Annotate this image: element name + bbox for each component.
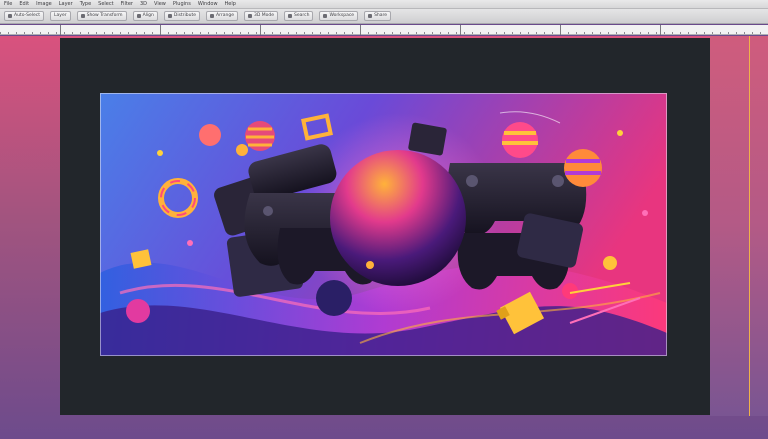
checkbox-icon [8, 14, 12, 18]
small-sphere [603, 256, 617, 270]
sphere [126, 299, 150, 323]
search-icon [288, 14, 292, 18]
small-sphere [236, 144, 248, 156]
search-button[interactable]: Search [284, 11, 314, 21]
show-transform-label: Show Transform [86, 13, 123, 18]
checkbox-icon [80, 14, 85, 18]
ruler-tick [360, 25, 361, 35]
menu-item-plugins[interactable]: Plugins [173, 0, 191, 8]
options-toolbar: Auto-Select Layer Show Transform Align D… [0, 9, 768, 24]
right-panel [710, 36, 768, 416]
dark-sphere [316, 280, 352, 316]
arrange-icon [210, 14, 215, 18]
distribute-button[interactable]: Distribute [163, 11, 201, 21]
menu-item-window[interactable]: Window [198, 0, 218, 8]
workspace-icon [323, 14, 328, 18]
vertical-guide[interactable] [749, 36, 750, 416]
artboard[interactable] [100, 93, 667, 356]
ruler-tick [460, 25, 461, 35]
menu-item-filter[interactable]: Filter [121, 0, 133, 8]
striped-sphere [502, 122, 538, 158]
menu-item-type[interactable]: Type [80, 0, 91, 8]
ruler-tick [160, 25, 161, 35]
ruler-tick [260, 25, 261, 35]
ruler-tick [60, 25, 61, 35]
menu-item-view[interactable]: View [154, 0, 166, 8]
small-sphere [562, 283, 578, 299]
central-orb [330, 150, 466, 286]
share-icon [368, 14, 373, 18]
dot [617, 130, 623, 136]
striped-sphere [564, 149, 602, 187]
distribute-label: Distribute [173, 13, 197, 18]
dot [366, 261, 374, 269]
menu-item-select[interactable]: Select [98, 0, 113, 8]
menu-item-help[interactable]: Help [225, 0, 236, 8]
auto-select-button[interactable]: Auto-Select [4, 11, 45, 21]
auto-select-label: Auto-Select [14, 13, 41, 18]
sphere [199, 124, 221, 146]
arrange-label: Arrange [216, 13, 234, 18]
layer-select-button[interactable]: Layer [50, 11, 71, 21]
share-button[interactable]: Share [364, 11, 392, 21]
menu-item-image[interactable]: Image [36, 0, 52, 8]
align-button[interactable]: Align [132, 11, 158, 21]
arrange-button[interactable]: Arrange [206, 11, 238, 21]
menu-bar: File Edit Image Layer Type Select Filter… [0, 0, 768, 9]
workspace-label: Workspace [329, 13, 355, 18]
align-label: Align [142, 13, 154, 18]
dot [187, 240, 193, 246]
layer-select-label: Layer [54, 13, 67, 18]
menu-item-layer[interactable]: Layer [59, 0, 73, 8]
dot [157, 150, 163, 156]
ruler-tick [660, 25, 661, 35]
gaming-controllers-illustration [100, 93, 667, 356]
workspace-button[interactable]: Workspace [319, 11, 359, 21]
menu-item-edit[interactable]: Edit [19, 0, 29, 8]
ruler-tick [560, 25, 561, 35]
show-transform-button[interactable]: Show Transform [76, 11, 127, 21]
align-icon [136, 14, 141, 18]
menu-item-file[interactable]: File [4, 0, 12, 8]
3d-mode-label: 3D Mode [253, 13, 274, 18]
menu-item-3d[interactable]: 3D [140, 0, 147, 8]
share-label: Share [374, 13, 388, 18]
search-label: Search [294, 13, 310, 18]
dot [642, 210, 648, 216]
cube-icon [247, 14, 252, 18]
distribute-icon [167, 14, 172, 18]
3d-mode-button[interactable]: 3D Mode [243, 11, 278, 21]
horizontal-ruler[interactable] [0, 25, 768, 35]
